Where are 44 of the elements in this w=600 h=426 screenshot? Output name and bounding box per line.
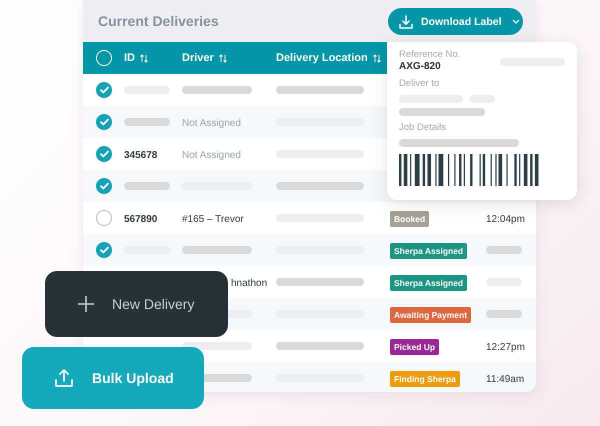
- column-header[interactable]: Delivery Location: [276, 52, 368, 64]
- column-header[interactable]: Driver: [182, 52, 214, 64]
- check-icon: [100, 118, 108, 126]
- checkbox[interactable]: [96, 114, 112, 130]
- checkbox[interactable]: [96, 242, 112, 258]
- new-delivery-button[interactable]: New Delivery: [45, 271, 228, 337]
- check-icon: [100, 182, 108, 190]
- checkbox[interactable]: [96, 82, 112, 98]
- checkbox[interactable]: [96, 146, 112, 162]
- check-icon: [100, 246, 108, 254]
- driver-cell: hnathon: [231, 278, 268, 289]
- status-badge: Finding Sherpa: [390, 371, 460, 387]
- time-cell: 12:27pm: [486, 342, 525, 353]
- time-cell: 11:49am: [486, 374, 524, 385]
- status-badge: Picked Up: [390, 339, 440, 355]
- sort-icon[interactable]: [218, 54, 227, 62]
- check-icon: [100, 150, 108, 158]
- reference-number: AXG-820: [399, 61, 441, 72]
- status-badge: Booked: [390, 211, 430, 227]
- status-badge: Awaiting Payment: [390, 307, 472, 323]
- status-badge: Sherpa Assigned: [390, 243, 468, 259]
- upload-icon: [54, 368, 74, 388]
- status-badge: Sherpa Assigned: [390, 275, 468, 291]
- check-icon: [100, 86, 108, 94]
- field-label: Reference No.: [399, 49, 462, 60]
- download-label-button[interactable]: Download Label: [388, 8, 523, 35]
- bulk-upload-button[interactable]: Bulk Upload: [22, 347, 204, 409]
- id-cell: 567890: [124, 214, 158, 225]
- driver-cell: Not Assigned: [182, 150, 241, 161]
- field-label: Deliver to: [399, 78, 440, 89]
- driver-cell: #165 – Trevor: [182, 214, 244, 225]
- column-header[interactable]: ID: [124, 52, 135, 64]
- sort-icon[interactable]: [372, 54, 381, 62]
- time-cell: 12:04pm: [486, 214, 525, 225]
- checkbox[interactable]: [96, 178, 112, 194]
- checkbox[interactable]: [96, 210, 112, 226]
- download-icon: [399, 14, 413, 28]
- plus-icon: [77, 295, 95, 313]
- field-label: Job Details: [399, 122, 447, 133]
- id-cell: 345678: [124, 150, 158, 161]
- section-title: Current Deliveries: [98, 13, 219, 29]
- driver-cell: Not Assigned: [182, 118, 241, 129]
- chevron-down-icon: [512, 19, 520, 24]
- sort-icon[interactable]: [140, 54, 148, 62]
